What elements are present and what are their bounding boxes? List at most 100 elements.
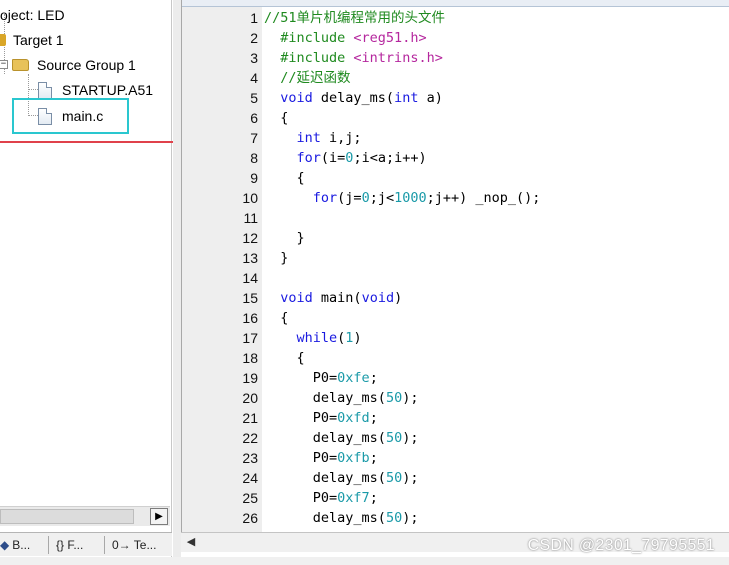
code-token: 0xf7 <box>337 490 370 506</box>
code-line[interactable]: 15 void main(void) <box>182 288 729 308</box>
code-text: while(1) <box>264 328 362 348</box>
code-text: void delay_ms(int a) <box>264 88 443 108</box>
code-line[interactable]: 4 //延迟函数 <box>182 68 729 88</box>
code-line[interactable]: 8 for(i=0;i<a;i++) <box>182 148 729 168</box>
code-token: //延迟函数 <box>280 70 351 86</box>
code-token: ); <box>402 430 419 446</box>
line-number: 26 <box>242 510 258 526</box>
code-line[interactable]: 2 #include <reg51.h> <box>182 28 729 48</box>
code-text: { <box>264 168 305 188</box>
code-line[interactable]: 19 P0=0xfe; <box>182 368 729 388</box>
tree-connector <box>28 115 38 116</box>
code-line[interactable]: 17 while(1) <box>182 328 729 348</box>
code-token: ) <box>353 330 362 346</box>
code-token: 50 <box>385 430 403 446</box>
code-text: void main(void) <box>264 288 402 308</box>
project-pane: Project: LED Target 1 − Source Group 1 S… <box>0 0 176 565</box>
line-number: 22 <box>242 430 258 446</box>
tree-item-target[interactable]: Target 1 <box>0 28 64 50</box>
code-token: void <box>361 290 395 306</box>
line-number: 5 <box>250 90 258 106</box>
code-line[interactable]: 6 { <box>182 108 729 128</box>
code-token: ;j< <box>369 190 395 206</box>
code-line[interactable]: 11 <box>182 208 729 228</box>
line-number: 21 <box>242 410 258 426</box>
code-token: delay_ms( <box>312 390 386 406</box>
code-token: void <box>280 90 313 106</box>
code-token: delay_ms( <box>312 470 386 486</box>
tab-books-label: B... <box>12 538 31 552</box>
target-icon <box>0 34 6 47</box>
pane-splitter[interactable] <box>173 0 181 557</box>
code-token: 0 <box>361 190 370 206</box>
code-editor[interactable]: 1//51单片机编程常用的头文件 2 #include <reg51.h> 3 #i… <box>181 0 729 532</box>
tab-books[interactable]: ◆ B... <box>0 535 30 555</box>
code-token: a) <box>418 90 443 106</box>
code-lines: 1//51单片机编程常用的头文件 2 #include <reg51.h> 3 #i… <box>182 8 729 528</box>
project-pane-scrollbar[interactable]: ▶ <box>0 506 170 526</box>
tree-item-project[interactable]: Project: LED <box>0 3 65 25</box>
code-line[interactable]: 21 P0=0xfd; <box>182 408 729 428</box>
code-text: delay_ms(50); <box>264 428 419 448</box>
code-line[interactable]: 14 <box>182 268 729 288</box>
code-line[interactable]: 22 delay_ms(50); <box>182 428 729 448</box>
tab-templates[interactable]: 0→ Te... <box>112 535 156 555</box>
code-line[interactable]: 10 for(j=0;j<1000;j++) _nop_(); <box>182 188 729 208</box>
line-number: 25 <box>242 490 258 506</box>
scrollbar-thumb[interactable] <box>0 509 134 524</box>
code-token: ;i<a;i++) <box>353 150 427 166</box>
code-token: delay_ms( <box>312 430 386 446</box>
code-token: } <box>280 250 289 266</box>
code-token: P0= <box>312 370 338 386</box>
code-line[interactable]: 5 void delay_ms(int a) <box>182 88 729 108</box>
code-token: 50 <box>385 390 403 406</box>
tree-item-source-group[interactable]: Source Group 1 <box>12 53 136 75</box>
code-token: 0xfe <box>337 370 370 386</box>
code-line[interactable]: 3 #include <intrins.h> <box>182 48 729 68</box>
scroll-right-arrow-icon[interactable]: ▶ <box>150 508 168 525</box>
code-token: delay_ms( <box>312 90 395 106</box>
code-token: int <box>296 130 321 146</box>
collapse-toggle-icon[interactable]: − <box>0 60 8 69</box>
code-line[interactable]: 18 { <box>182 348 729 368</box>
code-token: #include <box>280 30 354 46</box>
code-token: <reg51.h> <box>353 30 427 46</box>
code-line[interactable]: 25 P0=0xf7; <box>182 488 729 508</box>
code-token: ); <box>402 470 419 486</box>
code-line[interactable]: 1 //51单片机编程常用的头文件 <box>182 8 729 28</box>
tree-item-file[interactable]: main.c <box>38 104 103 126</box>
code-text: //51单片机编程常用的头文件 <box>264 8 445 28</box>
code-line[interactable]: 16 { <box>182 308 729 328</box>
tree-item-file[interactable]: STARTUP.A51 <box>38 78 153 100</box>
code-token: 50 <box>385 470 403 486</box>
code-line[interactable]: 24 delay_ms(50); <box>182 468 729 488</box>
code-line[interactable]: 13 } <box>182 248 729 268</box>
code-line[interactable]: 26 delay_ms(50); <box>182 508 729 528</box>
code-line[interactable]: 7 int i,j; <box>182 128 729 148</box>
code-line[interactable]: 12 } <box>182 228 729 248</box>
file-icon <box>38 81 52 99</box>
code-text: P0=0xfe; <box>264 368 378 388</box>
line-number: 24 <box>242 470 258 486</box>
code-text: { <box>264 308 288 328</box>
tab-functions[interactable]: {} F... <box>56 535 83 555</box>
code-line[interactable]: 20 delay_ms(50); <box>182 388 729 408</box>
code-token: delay_ms( <box>312 510 386 526</box>
code-text: #include <intrins.h> <box>264 48 443 68</box>
line-number: 4 <box>250 70 258 86</box>
code-token: ); <box>402 510 419 526</box>
code-token: void <box>280 290 313 306</box>
scroll-left-arrow-icon[interactable]: ◀ <box>184 535 198 550</box>
line-number: 3 <box>250 50 258 66</box>
code-token: 0xfd <box>337 410 370 426</box>
code-line[interactable]: 9 { <box>182 168 729 188</box>
book-icon: ◆ <box>0 538 10 552</box>
code-text: delay_ms(50); <box>264 468 419 488</box>
code-token: ; <box>369 450 378 466</box>
code-line[interactable]: 23 P0=0xfb; <box>182 448 729 468</box>
tab-divider <box>48 536 49 554</box>
code-text: int i,j; <box>264 128 362 148</box>
code-token: //51单片机编程常用的头文件 <box>264 10 446 26</box>
line-number: 19 <box>242 370 258 386</box>
line-number: 10 <box>242 190 258 206</box>
